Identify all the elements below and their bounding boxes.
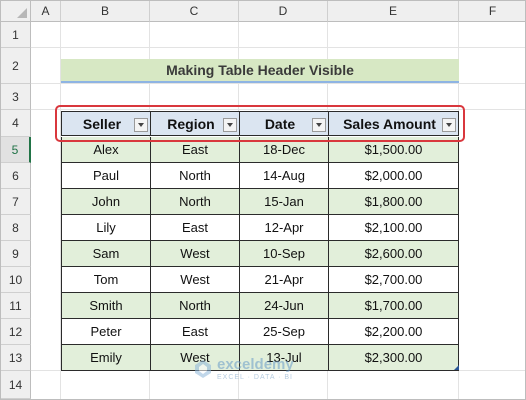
table-cell[interactable]: Emily [61,345,151,371]
table-cell[interactable]: $2,200.00 [328,319,459,345]
table-cell[interactable]: Peter [61,319,151,345]
table-cell[interactable]: North [150,163,240,189]
row-header-13[interactable]: 13 [1,345,31,371]
table-resize-handle-icon[interactable] [454,365,459,370]
table-cell[interactable]: East [150,215,240,241]
table-cell[interactable]: West [150,241,240,267]
table-cell[interactable]: $2,000.00 [328,163,459,189]
table-cell[interactable]: $2,700.00 [328,267,459,293]
row-header-1[interactable]: 1 [1,22,31,48]
table-cell[interactable]: 24-Jun [239,293,329,319]
row-header-5[interactable]: 5 [1,137,31,163]
gridline [31,83,525,84]
row-header-7[interactable]: 7 [1,189,31,215]
table-cell[interactable]: John [61,189,151,215]
row-header-2[interactable]: 2 [1,48,31,84]
exceldemy-logo-icon [195,360,211,378]
table-cell[interactable]: Sam [61,241,151,267]
table-cell[interactable]: Smith [61,293,151,319]
table-cell[interactable]: $1,800.00 [328,189,459,215]
gridline [31,47,525,48]
row-header-12[interactable]: 12 [1,319,31,345]
header-highlight-box [55,105,465,142]
column-header-c[interactable]: C [150,1,239,22]
table-cell[interactable]: 25-Sep [239,319,329,345]
sheet-title[interactable]: Making Table Header Visible [61,59,459,83]
column-header-e[interactable]: E [328,1,459,22]
table-cell[interactable]: 12-Apr [239,215,329,241]
row-header-10[interactable]: 10 [1,267,31,293]
spreadsheet[interactable]: A B C D E F 1 2 3 4 5 6 7 8 9 10 11 12 1… [0,0,526,400]
table-cell[interactable]: Paul [61,163,151,189]
table-cell[interactable]: $2,600.00 [328,241,459,267]
table-cell[interactable]: 14-Aug [239,163,329,189]
watermark-name: exceldemy [217,356,294,373]
row-header-8[interactable]: 8 [1,215,31,241]
table-cell[interactable]: Tom [61,267,151,293]
row-header-6[interactable]: 6 [1,163,31,189]
column-header-b[interactable]: B [61,1,150,22]
table-cell[interactable]: $1,700.00 [328,293,459,319]
column-header-d[interactable]: D [239,1,328,22]
table-cell[interactable]: North [150,189,240,215]
column-header-f[interactable]: F [459,1,525,22]
table-cell[interactable]: $2,300.00 [328,345,459,371]
watermark: exceldemy EXCEL · DATA · BI [193,357,294,381]
row-header-14[interactable]: 14 [1,371,31,399]
table-cell[interactable]: 10-Sep [239,241,329,267]
table-cell[interactable]: $2,100.00 [328,215,459,241]
select-all-triangle-icon [17,8,27,18]
table-cell[interactable]: Lily [61,215,151,241]
select-all-corner[interactable] [1,1,31,22]
row-header-9[interactable]: 9 [1,241,31,267]
table-cell[interactable]: West [150,267,240,293]
table-cell[interactable]: East [150,319,240,345]
row-header-11[interactable]: 11 [1,293,31,319]
column-header-a[interactable]: A [31,1,61,22]
table-cell[interactable]: 15-Jan [239,189,329,215]
row-header-3[interactable]: 3 [1,84,31,110]
watermark-tagline: EXCEL · DATA · BI [217,374,293,381]
table-cell[interactable]: North [150,293,240,319]
table-cell[interactable]: 21-Apr [239,267,329,293]
row-header-4[interactable]: 4 [1,110,31,137]
